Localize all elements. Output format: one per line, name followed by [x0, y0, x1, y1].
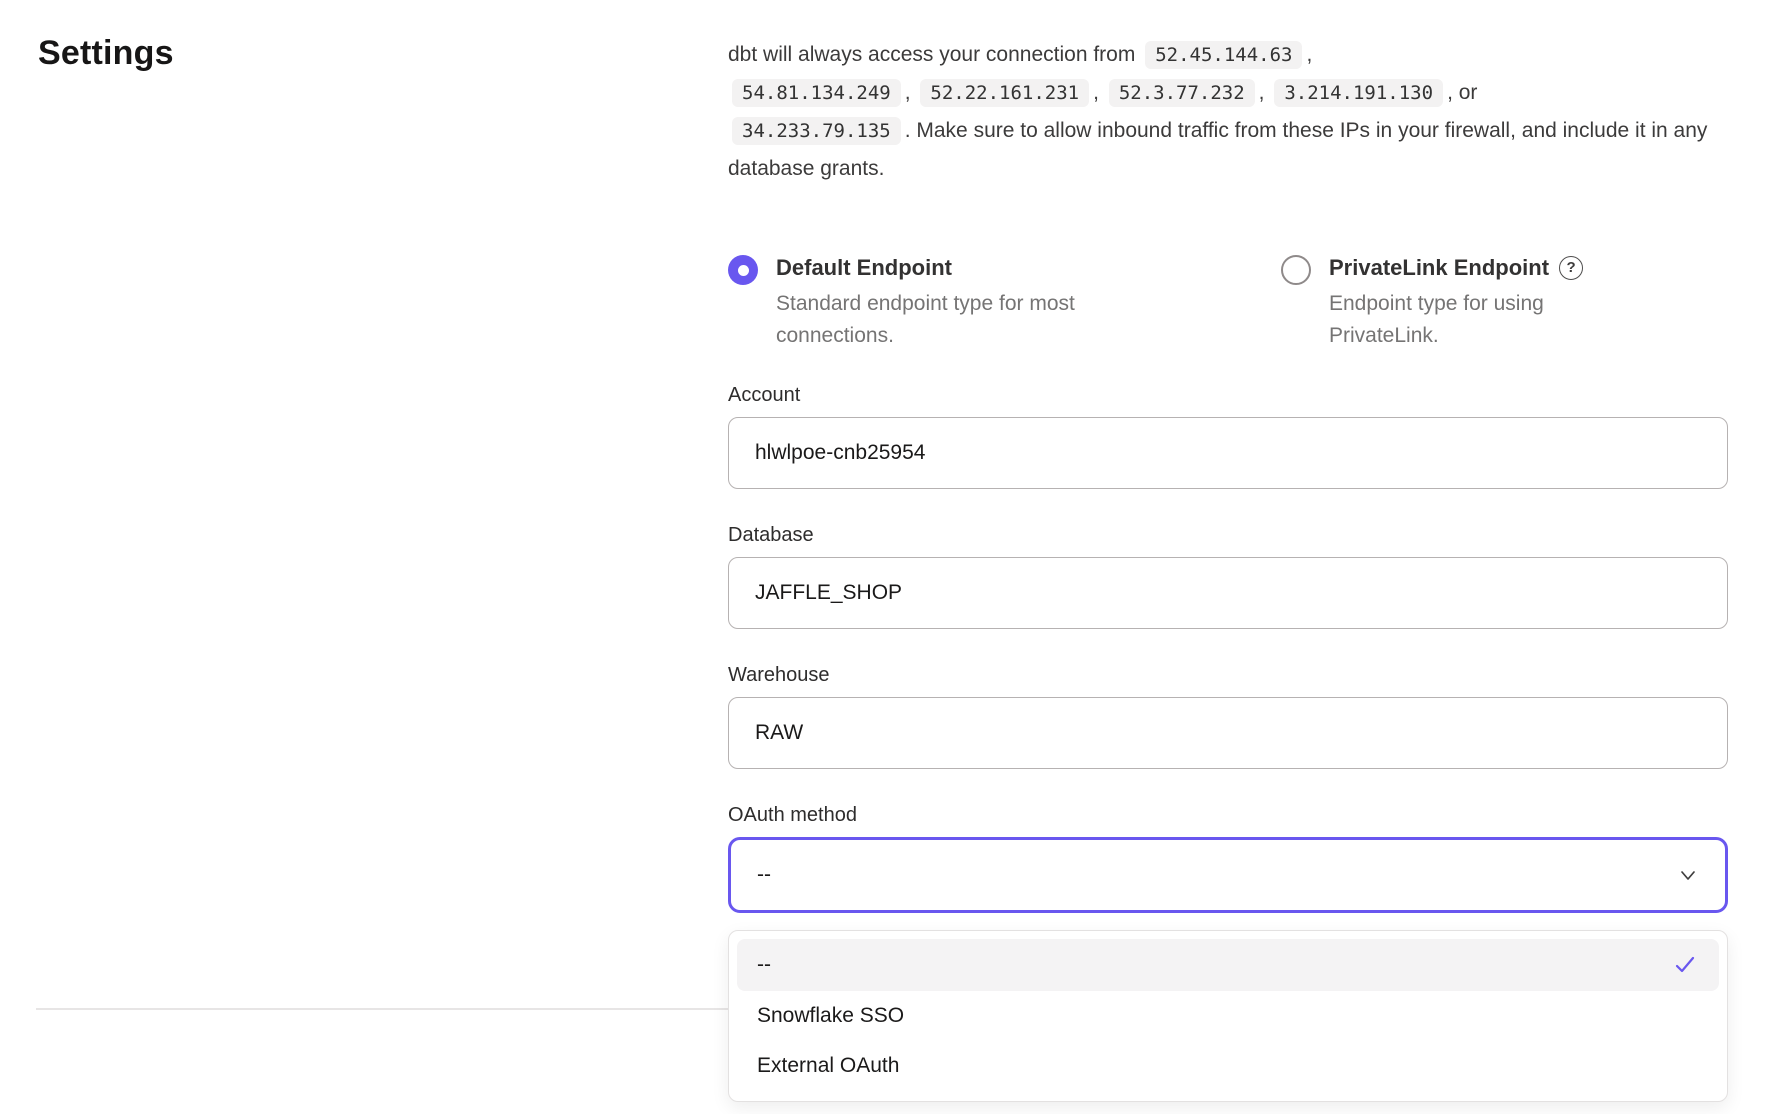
- warehouse-input[interactable]: [728, 697, 1728, 769]
- separator-text: ,: [1093, 81, 1099, 104]
- ip-address-chip: 52.45.144.63: [1145, 41, 1302, 69]
- database-label: Database: [728, 521, 1728, 549]
- privatelink-endpoint-radio[interactable]: [1281, 255, 1311, 285]
- checkmark-icon: [1673, 953, 1697, 977]
- default-endpoint-label: Default Endpoint: [776, 255, 952, 280]
- default-endpoint-texts: Default Endpoint Standard endpoint type …: [776, 252, 1156, 352]
- oauth-method-select[interactable]: --: [728, 837, 1728, 913]
- privatelink-endpoint-option[interactable]: PrivateLink Endpoint? Endpoint type for …: [1281, 252, 1614, 352]
- or-separator-text: , or: [1447, 81, 1477, 104]
- ip-address-chip: 34.233.79.135: [732, 117, 901, 145]
- dropdown-option-label: Snowflake SSO: [757, 1004, 904, 1028]
- ip-address-chip: 54.81.134.249: [732, 79, 901, 107]
- page-title: Settings: [38, 34, 174, 73]
- help-question-icon[interactable]: ?: [1559, 256, 1583, 280]
- database-field-group: Database: [728, 521, 1728, 629]
- chevron-down-icon: [1677, 864, 1699, 886]
- oauth-method-dropdown-menu: -- Snowflake SSO External OAuth: [728, 930, 1728, 1102]
- warehouse-label: Warehouse: [728, 661, 1728, 689]
- intro-lead-text: dbt will always access your connection f…: [728, 43, 1135, 66]
- dropdown-option-label: External OAuth: [757, 1054, 899, 1078]
- ip-allowlist-paragraph: dbt will always access your connection f…: [728, 36, 1728, 188]
- intro-line: 54.81.134.249, 52.22.161.231, 52.3.77.23…: [728, 74, 1728, 112]
- privatelink-endpoint-label: PrivateLink Endpoint: [1329, 255, 1549, 280]
- privatelink-endpoint-description: Endpoint type for using PrivateLink.: [1329, 288, 1614, 352]
- ip-address-chip: 52.22.161.231: [920, 79, 1089, 107]
- dropdown-option-none[interactable]: --: [737, 939, 1719, 991]
- oauth-method-label: OAuth method: [728, 801, 1728, 829]
- settings-page: Settings dbt will always access your con…: [0, 0, 1770, 1114]
- dropdown-option-label: --: [757, 953, 771, 977]
- separator-text: ,: [1259, 81, 1265, 104]
- default-endpoint-description: Standard endpoint type for most connecti…: [776, 288, 1156, 352]
- privatelink-endpoint-texts: PrivateLink Endpoint? Endpoint type for …: [1329, 252, 1614, 352]
- default-endpoint-option[interactable]: Default Endpoint Standard endpoint type …: [728, 252, 1281, 352]
- database-input[interactable]: [728, 557, 1728, 629]
- oauth-method-field-group: OAuth method --: [728, 801, 1728, 913]
- account-label: Account: [728, 381, 1728, 409]
- account-field-group: Account: [728, 381, 1728, 489]
- endpoint-type-radio-group: Default Endpoint Standard endpoint type …: [728, 252, 1728, 352]
- connection-settings-panel: dbt will always access your connection f…: [728, 36, 1728, 188]
- ip-address-chip: 3.214.191.130: [1274, 79, 1443, 107]
- intro-line: 34.233.79.135. Make sure to allow inboun…: [728, 112, 1728, 188]
- account-input[interactable]: [728, 417, 1728, 489]
- dropdown-option-external-oauth[interactable]: External OAuth: [729, 1041, 1727, 1091]
- separator-text: ,: [905, 81, 911, 104]
- intro-line: dbt will always access your connection f…: [728, 36, 1728, 74]
- separator-text: ,: [1306, 43, 1312, 66]
- warehouse-field-group: Warehouse: [728, 661, 1728, 769]
- section-divider: [36, 1008, 730, 1010]
- dropdown-option-snowflake-sso[interactable]: Snowflake SSO: [729, 991, 1727, 1041]
- default-endpoint-radio[interactable]: [728, 255, 758, 285]
- ip-address-chip: 52.3.77.232: [1109, 79, 1255, 107]
- oauth-method-selected-value: --: [757, 863, 771, 887]
